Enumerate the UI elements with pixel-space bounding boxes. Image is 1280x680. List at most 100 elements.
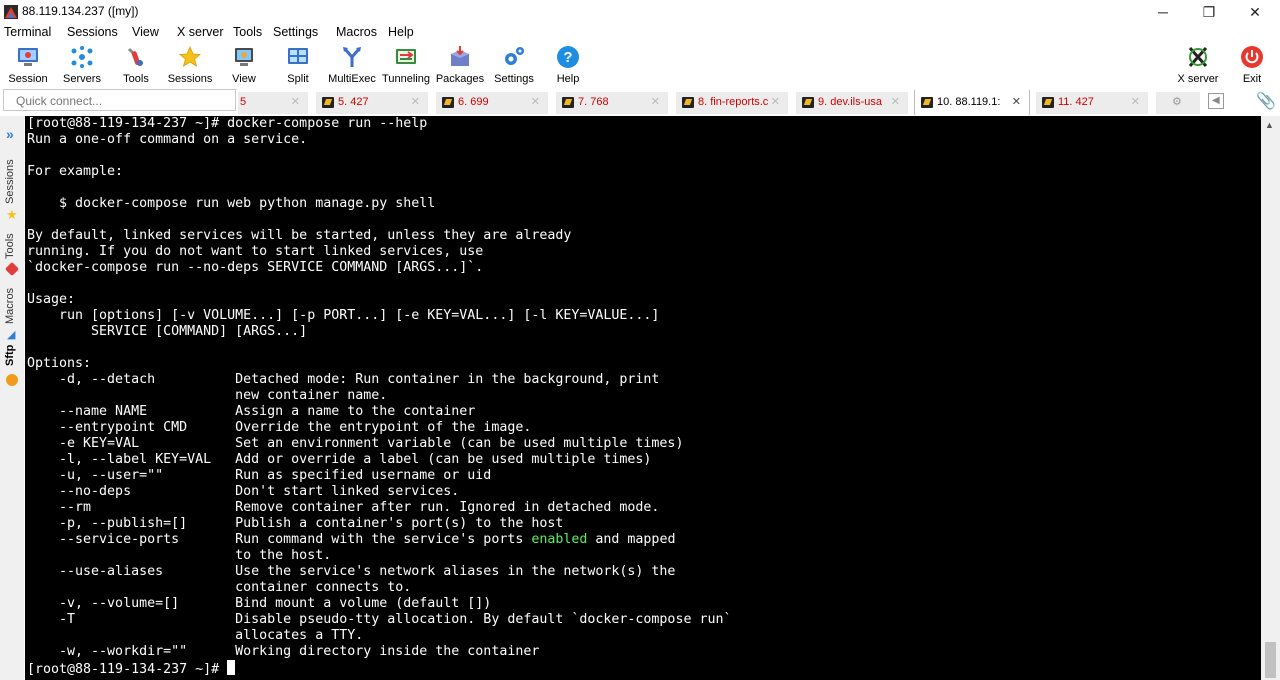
- quick-connect-input[interactable]: [14, 91, 238, 111]
- terminal-line: By default, linked services will be star…: [27, 228, 572, 243]
- terminal-line: container connects to.: [27, 580, 412, 595]
- terminal-tab-icon: [921, 97, 933, 108]
- menu-x-server[interactable]: X server: [177, 25, 224, 39]
- split-button[interactable]: Split: [276, 42, 320, 88]
- session-icon: [15, 44, 41, 70]
- close-icon[interactable]: ✕: [771, 95, 780, 108]
- close-icon[interactable]: ✕: [1012, 95, 1021, 108]
- maximize-button[interactable]: ❐: [1186, 0, 1232, 24]
- tools-button[interactable]: Tools: [114, 42, 158, 88]
- terminal-line: --no-deps Don't start linked services.: [27, 484, 460, 499]
- terminal-line: -d, --detach Detached mode: Run containe…: [27, 372, 660, 387]
- tunneling-button[interactable]: Tunneling: [382, 42, 430, 88]
- sftp-side-tab[interactable]: Sftp: [4, 345, 16, 366]
- sessions-side-tab[interactable]: Sessions: [4, 159, 16, 204]
- close-icon[interactable]: ✕: [291, 95, 300, 108]
- main-toolbar: Session Servers Tools Sessions View Spli…: [0, 42, 1280, 88]
- attach-icon[interactable]: 📎: [1256, 91, 1276, 111]
- x-server-button[interactable]: X server: [1176, 42, 1220, 88]
- menu-terminal[interactable]: Terminal: [4, 25, 51, 39]
- terminal-line: Run a one-off command on a service.: [27, 132, 308, 147]
- terminal-line: $ docker-compose run web python manage.p…: [27, 196, 436, 211]
- session-tabs: 5 ✕ 5. 427 ✕ 6. 699 ✕ 7. 768 ✕ 8. fin-re…: [238, 90, 1280, 115]
- power-icon: [1239, 44, 1265, 70]
- expand-panel-icon[interactable]: »: [6, 126, 14, 142]
- view-icon: [231, 44, 257, 70]
- terminal-line: run [options] [-v VOLUME...] [-p PORT...…: [27, 308, 660, 323]
- macro-icon: ◢: [7, 329, 16, 341]
- star-icon: ★: [6, 207, 18, 222]
- terminal-line: allocates a TTY.: [27, 628, 364, 643]
- split-view-toggle[interactable]: ◀: [1208, 93, 1224, 109]
- quick-connect-box: [3, 89, 238, 111]
- terminal-line: -e KEY=VAL Set an environment variable (…: [27, 436, 684, 451]
- tab-session-6[interactable]: 6. 699 ✕: [436, 92, 548, 114]
- terminal-line: [root@88-119-134-237 ~]# docker-compose …: [27, 116, 428, 131]
- close-icon[interactable]: ✕: [531, 95, 540, 108]
- terminal-tab-icon: [682, 97, 694, 108]
- star-icon: [177, 44, 203, 70]
- multiexec-button[interactable]: MultiExec: [328, 42, 376, 88]
- close-icon[interactable]: ✕: [651, 95, 660, 108]
- terminal-tab-icon: [562, 97, 574, 108]
- session-button[interactable]: Session: [6, 42, 50, 88]
- help-icon: ?: [555, 44, 581, 70]
- tab-session-4[interactable]: 5 ✕: [238, 92, 308, 114]
- tools-side-tab[interactable]: Tools: [4, 233, 16, 259]
- help-button[interactable]: ? Help: [546, 42, 590, 88]
- settings-button[interactable]: Settings: [492, 42, 536, 88]
- terminal-line: ​: [27, 180, 731, 196]
- terminal-line: `docker-compose run --no-deps SERVICE CO…: [27, 260, 484, 275]
- menu-settings[interactable]: Settings: [273, 25, 318, 39]
- menu-macros[interactable]: Macros: [336, 25, 377, 39]
- terminal-line: ​: [27, 276, 731, 292]
- title-bar: 88.119.134.237 ([my]) ─ ❐ ✕: [0, 0, 1280, 24]
- view-button[interactable]: View: [222, 42, 266, 88]
- sftp-icon: [6, 374, 18, 386]
- terminal-scrollbar[interactable]: ▲: [1261, 116, 1280, 680]
- macros-side-tab[interactable]: Macros: [4, 288, 16, 324]
- terminal-line: For example:: [27, 164, 124, 179]
- svg-text:?: ?: [563, 49, 572, 66]
- packages-button[interactable]: Packages: [436, 42, 484, 88]
- terminal-line: -T Disable pseudo-tty allocation. By def…: [27, 612, 732, 627]
- side-panel: » Sessions ★ Tools Macros ◢ Sftp: [0, 116, 24, 680]
- tab-session-9[interactable]: 9. dev.ils-usa ✕: [796, 92, 908, 114]
- terminal-line: ​: [27, 148, 731, 164]
- sessions-button[interactable]: Sessions: [168, 42, 212, 88]
- terminal-line: -p, --publish=[] Publish a container's p…: [27, 516, 564, 531]
- close-icon[interactable]: ✕: [891, 95, 900, 108]
- servers-button[interactable]: Servers: [60, 42, 104, 88]
- x-server-icon: [1185, 44, 1211, 70]
- minimize-button[interactable]: ─: [1140, 0, 1186, 24]
- terminal-line: --rm Remove container after run. Ignored…: [27, 500, 660, 515]
- exit-button[interactable]: Exit: [1230, 42, 1274, 88]
- terminal-line: Usage:: [27, 292, 76, 307]
- terminal-output[interactable]: [root@88-119-134-237 ~]# docker-compose …: [25, 116, 1261, 680]
- tab-session-10-active[interactable]: 10. 88.119.1: ✕: [914, 90, 1030, 115]
- menu-help[interactable]: Help: [388, 25, 414, 39]
- close-button[interactable]: ✕: [1232, 0, 1278, 24]
- tools-icon: [4, 261, 20, 277]
- scroll-up-icon[interactable]: ▲: [1265, 120, 1274, 130]
- gear-icon: [501, 44, 527, 70]
- prompt-line: [root@88-119-134-237 ~]#: [27, 660, 731, 678]
- menu-tools[interactable]: Tools: [233, 25, 262, 39]
- menu-view[interactable]: View: [132, 25, 159, 39]
- tab-session-8[interactable]: 8. fin-reports.c ✕: [676, 92, 788, 114]
- scrollbar-thumb[interactable]: [1265, 642, 1276, 678]
- terminal-line: ​: [27, 212, 731, 228]
- packages-icon: [447, 44, 473, 70]
- tab-session-5[interactable]: 5. 427 ✕: [316, 92, 428, 114]
- new-tab-button[interactable]: ⚙: [1156, 92, 1200, 114]
- close-icon[interactable]: ✕: [1131, 95, 1140, 108]
- multiexec-icon: [339, 44, 365, 70]
- window-title: 88.119.134.237 ([my]): [22, 4, 139, 18]
- close-icon[interactable]: ✕: [411, 95, 420, 108]
- terminal-tab-icon: [1042, 97, 1054, 108]
- tab-session-7[interactable]: 7. 768 ✕: [556, 92, 668, 114]
- terminal-line: running. If you do not want to start lin…: [27, 244, 484, 259]
- menu-sessions[interactable]: Sessions: [67, 25, 118, 39]
- split-icon: [285, 44, 311, 70]
- tab-session-11[interactable]: 11. 427 ✕: [1036, 92, 1148, 114]
